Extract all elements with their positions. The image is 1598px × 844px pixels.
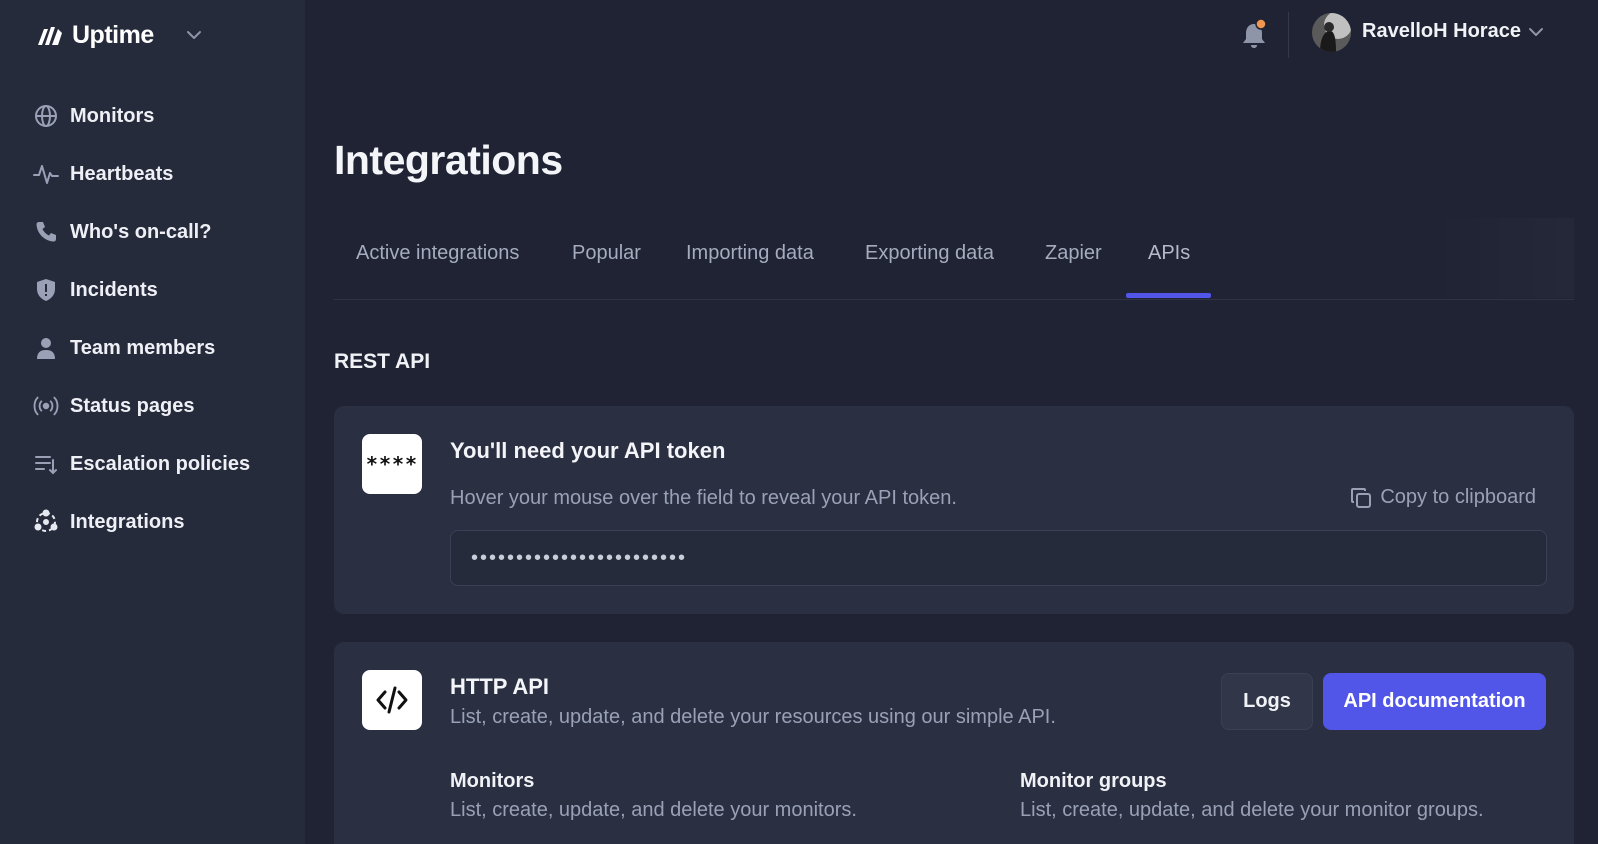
avatar[interactable]	[1312, 13, 1351, 52]
api-token-icon: ****	[362, 434, 422, 494]
bell-icon	[1243, 18, 1267, 48]
sidebar-item-label: Who's on-call?	[70, 220, 212, 243]
tab-zapier[interactable]: Zapier	[1045, 242, 1102, 265]
uptime-logo-icon	[38, 27, 62, 45]
sidebar-item-on-call[interactable]: Who's on-call?	[0, 203, 305, 261]
sidebar-item-label: Monitors	[70, 104, 155, 127]
notifications-button[interactable]	[1241, 18, 1269, 50]
api-token-heading: You'll need your API token	[450, 438, 726, 463]
phone-icon	[33, 219, 59, 245]
http-api-card: HTTP API List, create, update, and delet…	[334, 642, 1574, 844]
code-icon	[362, 670, 422, 730]
pulse-icon	[33, 161, 59, 187]
user-icon	[33, 335, 59, 361]
sidebar-item-label: Escalation policies	[70, 452, 251, 475]
chevron-down-icon[interactable]	[181, 22, 207, 48]
broadcast-icon	[33, 393, 59, 419]
http-api-description: List, create, update, and delete your re…	[450, 706, 1056, 728]
sidebar-item-incidents[interactable]: Incidents	[0, 261, 305, 319]
user-name[interactable]: RavelloH Horace	[1362, 20, 1521, 43]
chevron-down-icon[interactable]	[1524, 20, 1548, 44]
sidebar-item-label: Heartbeats	[70, 162, 174, 185]
api-token-card: **** You'll need your API token Hover yo…	[334, 406, 1574, 614]
tab-active-integrations[interactable]: Active integrations	[356, 242, 519, 265]
tab-popular[interactable]: Popular	[572, 242, 641, 265]
monitors-api-description: List, create, update, and delete your mo…	[450, 799, 857, 821]
api-token-field[interactable]: ••••••••••••••••••••••••	[450, 530, 1547, 586]
sidebar-item-heartbeats[interactable]: Heartbeats	[0, 145, 305, 203]
globe-icon	[33, 103, 59, 129]
http-api-heading: HTTP API	[450, 674, 550, 699]
copy-icon	[1351, 487, 1372, 508]
api-documentation-button[interactable]: API documentation	[1323, 673, 1546, 730]
sidebar-nav: Monitors Heartbeats Who's on-call? Incid…	[0, 87, 305, 551]
sidebar-item-label: Integrations	[70, 510, 185, 533]
shield-icon	[33, 277, 59, 303]
sidebar-item-integrations[interactable]: Integrations	[0, 493, 305, 551]
copy-to-clipboard-button[interactable]: Copy to clipboard	[1350, 486, 1536, 509]
tab-importing-data[interactable]: Importing data	[686, 242, 814, 265]
sidebar-item-escalation-policies[interactable]: Escalation policies	[0, 435, 305, 493]
logs-button[interactable]: Logs	[1221, 673, 1313, 730]
tab-exporting-data[interactable]: Exporting data	[865, 242, 994, 265]
sidebar-item-monitors[interactable]: Monitors	[0, 87, 305, 145]
monitor-groups-api-title: Monitor groups	[1020, 770, 1167, 792]
integrations-icon	[33, 509, 59, 535]
page-title: Integrations	[334, 137, 563, 183]
sidebar-item-label: Team members	[70, 336, 216, 359]
topbar-divider	[1288, 12, 1289, 58]
section-title: REST API	[334, 350, 431, 373]
brand[interactable]: Uptime	[36, 18, 201, 52]
sidebar-item-label: Status pages	[70, 394, 195, 417]
api-token-description: Hover your mouse over the field to revea…	[450, 487, 957, 509]
active-tab-indicator	[1126, 293, 1211, 298]
brand-name: Uptime	[72, 20, 154, 49]
sidebar: Uptime Monitors Heartbeats Who's on-call…	[0, 0, 305, 844]
tabs-scroll-fade	[1434, 218, 1574, 298]
sidebar-item-label: Incidents	[70, 278, 158, 301]
monitors-api-title: Monitors	[450, 770, 535, 792]
integrations-tabs: Active integrations Popular Importing da…	[334, 218, 1574, 300]
sidebar-item-team-members[interactable]: Team members	[0, 319, 305, 377]
monitor-groups-api-description: List, create, update, and delete your mo…	[1020, 799, 1484, 821]
api-token-icon-text: ****	[365, 452, 419, 476]
sidebar-item-status-pages[interactable]: Status pages	[0, 377, 305, 435]
copy-to-clipboard-label: Copy to clipboard	[1380, 486, 1536, 508]
list-sort-icon	[33, 451, 59, 477]
tab-apis[interactable]: APIs	[1148, 242, 1190, 265]
